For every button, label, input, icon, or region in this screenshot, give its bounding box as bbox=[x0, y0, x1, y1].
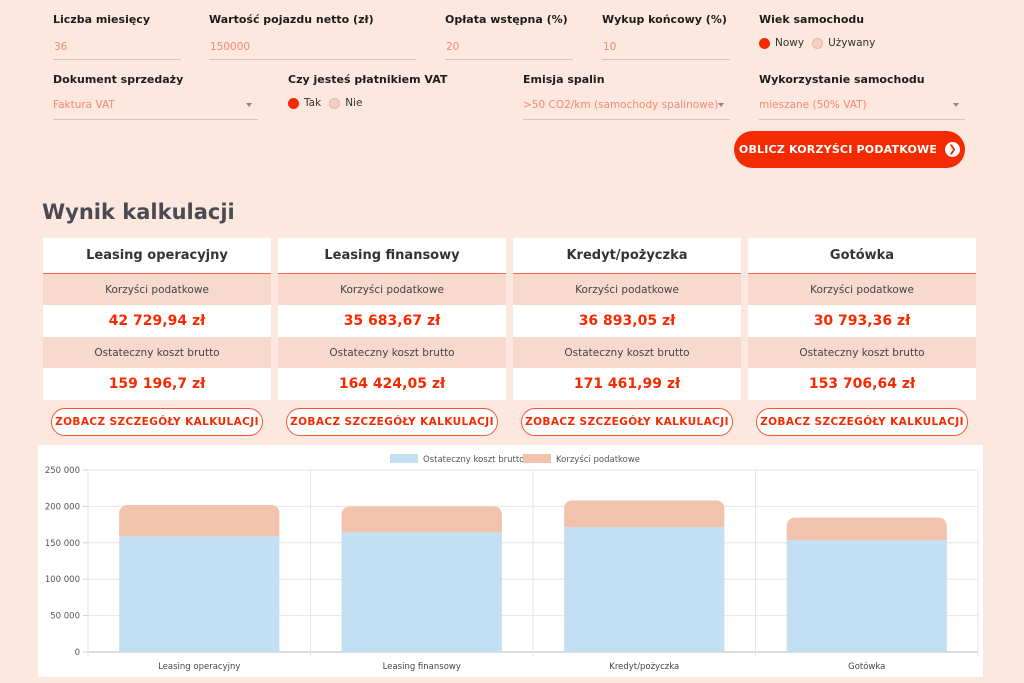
tax-benefit-label: Korzyści podatkowe bbox=[278, 274, 506, 305]
result-card-credit: Kredyt/pożyczka Korzyści podatkowe 36 89… bbox=[513, 238, 741, 400]
card-title: Kredyt/pożyczka bbox=[513, 238, 741, 274]
bar-segment bbox=[119, 536, 280, 652]
details-button-cash[interactable]: ZOBACZ SZCZEGÓŁY KALKULACJI bbox=[756, 408, 968, 436]
calculate-button[interactable]: OBLICZ KORZYŚCI PODATKOWE ❯ bbox=[734, 131, 965, 168]
stacked-bar-chart: 0 50 000 100 000 150 000 200 000 250 000 Leasi… bbox=[45, 454, 979, 672]
calculate-button-label: OBLICZ KORZYŚCI PODATKOWE bbox=[738, 143, 938, 156]
car-age-option-label: Nowy bbox=[775, 37, 805, 49]
bar-segment bbox=[786, 540, 947, 652]
card-title: Gotówka bbox=[748, 238, 976, 274]
result-card-cash: Gotówka Korzyści podatkowe 30 793,36 zł … bbox=[748, 238, 976, 400]
results-title: Wynik kalkulacji bbox=[42, 200, 235, 224]
months-label: Liczba miesięcy bbox=[53, 13, 150, 26]
car-age-option-used[interactable]: Używany bbox=[812, 37, 875, 49]
final-cost-value: 153 706,64 zł bbox=[808, 376, 916, 392]
bar-segment-fill bbox=[119, 528, 280, 537]
tax-benefit-label: Korzyści podatkowe bbox=[513, 274, 741, 305]
emission-value: >50 CO2/km (samochody spalinowe) bbox=[523, 99, 719, 111]
chevron-down-icon bbox=[953, 103, 959, 107]
final-cost-value: 164 424,05 zł bbox=[338, 376, 446, 392]
sale-doc-select[interactable]: Faktura VAT bbox=[53, 98, 258, 120]
legend-swatch bbox=[390, 454, 418, 463]
vat-payer-option-label: Tak bbox=[304, 97, 322, 109]
bar-segment bbox=[564, 527, 725, 652]
sale-doc-label: Dokument sprzedaży bbox=[53, 73, 184, 86]
vat-payer-radio-group: Tak Nie bbox=[288, 97, 370, 109]
x-tick-label: Kredyt/pożyczka bbox=[609, 662, 679, 672]
details-button-financial-leasing[interactable]: ZOBACZ SZCZEGÓŁY KALKULACJI bbox=[286, 408, 498, 436]
details-button-credit[interactable]: ZOBACZ SZCZEGÓŁY KALKULACJI bbox=[521, 408, 733, 436]
card-title: Leasing operacyjny bbox=[43, 238, 271, 274]
final-cost-label: Ostateczny koszt brutto bbox=[43, 337, 271, 368]
tax-benefit-value: 36 893,05 zł bbox=[578, 313, 676, 329]
chevron-down-icon bbox=[718, 103, 724, 107]
final-cost-label: Ostateczny koszt brutto bbox=[513, 337, 741, 368]
vat-payer-label: Czy jesteś płatnikiem VAT bbox=[288, 73, 448, 86]
usage-label: Wykorzystanie samochodu bbox=[759, 73, 925, 86]
result-card-operating-leasing: Leasing operacyjny Korzyści podatkowe 42… bbox=[43, 238, 271, 400]
y-tick-label: 150 000 bbox=[45, 539, 80, 549]
tax-benefit-value: 42 729,94 zł bbox=[108, 313, 206, 329]
sale-doc-value: Faktura VAT bbox=[53, 99, 115, 111]
usage-select[interactable]: mieszane (50% VAT) bbox=[759, 98, 965, 120]
radio-unselected-icon bbox=[812, 37, 824, 49]
bar-segment-fill bbox=[564, 519, 725, 528]
legend-label: Ostateczny koszt brutto bbox=[423, 455, 524, 465]
arrow-right-icon: ❯ bbox=[945, 142, 961, 157]
x-tick-label: Leasing operacyjny bbox=[158, 662, 240, 672]
vat-payer-option-yes[interactable]: Tak bbox=[288, 97, 321, 109]
y-tick-label: 0 bbox=[75, 648, 80, 658]
radio-selected-icon bbox=[759, 37, 770, 49]
radio-unselected-icon bbox=[329, 97, 341, 109]
emission-select[interactable]: >50 CO2/km (samochody spalinowe) bbox=[523, 98, 730, 120]
details-button-operating-leasing[interactable]: ZOBACZ SZCZEGÓŁY KALKULACJI bbox=[51, 408, 263, 436]
result-card-financial-leasing: Leasing finansowy Korzyści podatkowe 35 … bbox=[278, 238, 506, 400]
y-tick-label: 100 000 bbox=[45, 575, 80, 585]
car-age-option-new[interactable]: Nowy bbox=[759, 37, 804, 49]
final-cost-value: 171 461,99 zł bbox=[573, 376, 681, 392]
x-tick-label: Gotówka bbox=[848, 661, 885, 672]
card-title: Leasing finansowy bbox=[278, 238, 506, 274]
bar-segment-fill bbox=[786, 532, 947, 541]
months-input[interactable]: 36 bbox=[53, 40, 181, 60]
final-cost-label: Ostateczny koszt brutto bbox=[278, 337, 506, 368]
vehicle-value-label: Wartość pojazdu netto (zł) bbox=[209, 13, 374, 26]
emission-label: Emisja spalin bbox=[523, 73, 605, 86]
y-tick-label: 250 000 bbox=[45, 466, 80, 476]
tax-benefit-label: Korzyści podatkowe bbox=[43, 274, 271, 305]
buyout-input[interactable]: 10 bbox=[602, 40, 730, 60]
car-age-option-label: Używany bbox=[828, 37, 876, 49]
bar-segment-fill bbox=[341, 524, 502, 533]
final-cost-label: Ostateczny koszt brutto bbox=[748, 337, 976, 368]
x-tick-label: Leasing finansowy bbox=[383, 662, 461, 672]
y-tick-label: 50 000 bbox=[50, 612, 80, 622]
y-tick-label: 200 000 bbox=[45, 502, 80, 512]
buyout-label: Wykup końcowy (%) bbox=[602, 13, 727, 26]
final-cost-value: 159 196,7 zł bbox=[108, 376, 206, 392]
tax-benefit-value: 30 793,36 zł bbox=[813, 313, 911, 329]
tax-benefit-value: 35 683,67 zł bbox=[343, 313, 441, 329]
car-age-radio-group: Nowy Używany bbox=[759, 37, 883, 49]
results-chart: 0 50 000 100 000 150 000 200 000 250 000 Leasi… bbox=[38, 445, 983, 677]
bar-segment bbox=[341, 532, 502, 652]
tax-benefit-label: Korzyści podatkowe bbox=[748, 274, 976, 305]
down-payment-label: Opłata wstępna (%) bbox=[445, 13, 568, 26]
vat-payer-option-no[interactable]: Nie bbox=[329, 97, 362, 109]
radio-selected-icon bbox=[288, 97, 299, 109]
usage-value: mieszane (50% VAT) bbox=[759, 99, 867, 111]
down-payment-input[interactable]: 20 bbox=[445, 40, 573, 60]
car-age-label: Wiek samochodu bbox=[759, 13, 865, 26]
vat-payer-option-label: Nie bbox=[345, 97, 363, 109]
legend-swatch bbox=[523, 454, 551, 463]
vehicle-value-input[interactable]: 150000 bbox=[209, 40, 416, 60]
legend-label: Korzyści podatkowe bbox=[556, 454, 640, 465]
chevron-down-icon bbox=[246, 103, 252, 107]
